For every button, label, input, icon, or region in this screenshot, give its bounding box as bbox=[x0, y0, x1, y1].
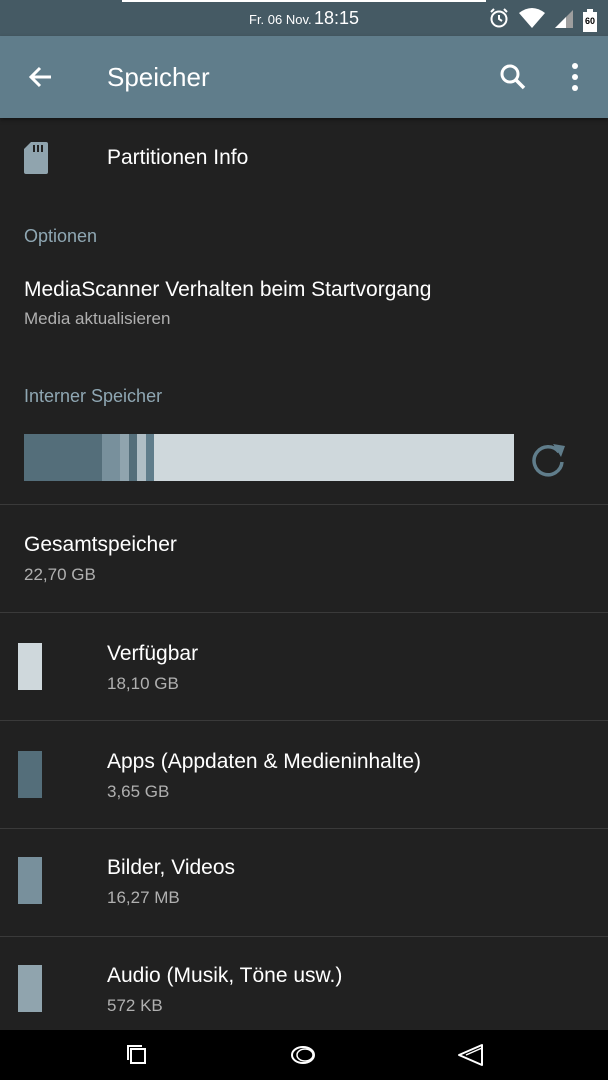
mediascanner-row[interactable]: MediaScanner Verhalten beim Startvorgang… bbox=[0, 266, 608, 342]
storage-bar-segment bbox=[102, 434, 120, 481]
mediascanner-subtitle: Media aktualisieren bbox=[24, 309, 171, 328]
battery-level: 60 bbox=[584, 15, 595, 26]
back-triangle-icon bbox=[458, 1044, 483, 1066]
storage-bar-segment bbox=[24, 434, 103, 481]
recent-apps-button[interactable] bbox=[121, 1040, 153, 1070]
storage-item-value: 18,10 GB bbox=[107, 674, 179, 693]
recent-apps-icon bbox=[127, 1045, 146, 1064]
legend-swatch bbox=[18, 857, 42, 904]
refresh-button[interactable] bbox=[528, 438, 568, 478]
storage-item-title: Apps (Appdaten & Medieninhalte) bbox=[107, 750, 422, 773]
back-button[interactable] bbox=[24, 60, 58, 94]
storage-item-value: 572 KB bbox=[107, 996, 163, 1015]
storage-bar-segment bbox=[146, 434, 154, 481]
sd-card-icon bbox=[24, 142, 48, 179]
status-date: Fr. 06 Nov. bbox=[249, 12, 312, 27]
settings-list: Partitionen Info Optionen MediaScanner V… bbox=[0, 118, 608, 1030]
storage-item-value: 3,65 GB bbox=[107, 782, 170, 801]
cell-signal-icon bbox=[554, 7, 574, 34]
storage-item-apps[interactable]: Apps (Appdaten & Medieninhalte) 3,65 GB bbox=[0, 721, 608, 828]
alarm-icon bbox=[488, 7, 510, 34]
status-time: 18:15 bbox=[314, 8, 360, 28]
navigation-bar bbox=[0, 1030, 608, 1080]
storage-item-value: 16,27 MB bbox=[107, 888, 180, 907]
back-nav-button[interactable] bbox=[455, 1040, 487, 1070]
legend-swatch bbox=[18, 751, 42, 798]
status-top-line bbox=[122, 0, 486, 2]
legend-swatch bbox=[18, 643, 42, 690]
storage-item-title: Audio (Musik, Töne usw.) bbox=[107, 964, 343, 987]
storage-bar-segment bbox=[136, 434, 147, 481]
storage-item-title: Verfügbar bbox=[107, 642, 199, 665]
wifi-icon bbox=[518, 7, 546, 34]
total-storage-value: 22,70 GB bbox=[24, 565, 96, 584]
internal-storage-header: Interner Speicher bbox=[24, 386, 163, 406]
battery-icon: 60 bbox=[582, 8, 598, 33]
mediascanner-title: MediaScanner Verhalten beim Startvorgang bbox=[24, 278, 432, 301]
refresh-icon bbox=[532, 444, 565, 477]
more-options-button[interactable] bbox=[560, 60, 590, 94]
app-bar: Speicher bbox=[0, 36, 608, 118]
total-storage-row: Gesamtspeicher 22,70 GB bbox=[0, 505, 608, 612]
storage-item-title: Bilder, Videos bbox=[107, 856, 236, 879]
storage-usage-bar bbox=[24, 434, 514, 481]
total-storage-title: Gesamtspeicher bbox=[24, 533, 177, 556]
storage-item-available[interactable]: Verfügbar 18,10 GB bbox=[0, 613, 608, 720]
storage-bar-segment bbox=[129, 434, 137, 481]
arrow-back-icon bbox=[28, 66, 51, 88]
storage-bar-segment bbox=[119, 434, 130, 481]
status-bar: Fr. 06 Nov. 18:15 60 bbox=[0, 0, 608, 36]
options-section-header: Optionen bbox=[24, 226, 98, 246]
storage-item-pictures-videos[interactable]: Bilder, Videos 16,27 MB bbox=[0, 829, 608, 936]
search-icon bbox=[500, 64, 526, 90]
home-button[interactable] bbox=[287, 1040, 319, 1070]
storage-bar-segment bbox=[153, 434, 514, 481]
storage-item-audio[interactable]: Audio (Musik, Töne usw.) 572 KB bbox=[0, 937, 608, 1030]
page-title: Speicher bbox=[107, 62, 210, 92]
search-button[interactable] bbox=[496, 60, 530, 94]
legend-swatch bbox=[18, 965, 42, 1012]
status-icons: 60 bbox=[488, 7, 598, 34]
more-vert-icon bbox=[572, 63, 578, 91]
partitions-info-label: Partitionen Info bbox=[107, 146, 249, 169]
partitions-info-row[interactable]: Partitionen Info bbox=[0, 118, 608, 198]
home-icon bbox=[291, 1046, 315, 1064]
